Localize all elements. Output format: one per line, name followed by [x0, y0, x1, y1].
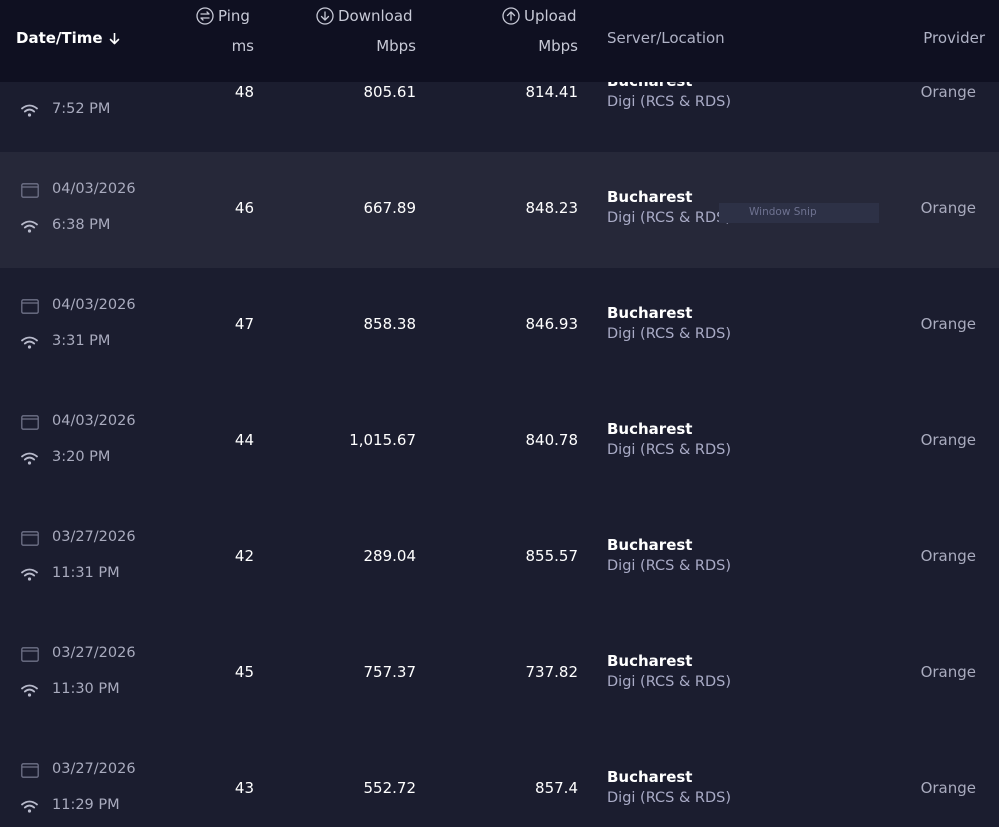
row-ping: 46 [234, 199, 254, 217]
row-server-city: Bucharest [607, 768, 693, 786]
row-time: 11:30 PM [52, 681, 120, 697]
wifi-icon [21, 684, 38, 697]
column-header-download[interactable]: Download [316, 7, 413, 25]
row-date: 03/27/2026 [52, 529, 136, 545]
row-server-isp: Digi (RCS & RDS) [607, 674, 732, 690]
row-time: 6:38 PM [52, 217, 111, 233]
row-time: 3:31 PM [52, 333, 111, 349]
row-ping: 42 [234, 547, 254, 565]
column-header-download-unit: Mbps [376, 37, 416, 55]
table-row[interactable]: 03/27/2026 11:30 PM 45 757.37 737.82 Buc… [0, 616, 999, 732]
row-date: 04/03/2026 [52, 297, 136, 313]
sort-desc-arrow-icon [109, 33, 119, 45]
wifi-icon [21, 220, 38, 233]
row-provider: Orange [920, 547, 976, 565]
row-server-isp: Digi (RCS & RDS) [607, 326, 732, 342]
row-upload: 814.41 [525, 83, 579, 101]
row-ping: 43 [234, 779, 254, 797]
column-header-upload-unit: Mbps [538, 37, 578, 55]
table-row[interactable]: 03/27/2026 11:31 PM 42 289.04 855.57 Buc… [0, 500, 999, 616]
calendar-icon [21, 647, 39, 662]
row-provider: Orange [920, 315, 976, 333]
table-row[interactable]: 04/03/2026 3:31 PM 47 858.38 846.93 Buch… [0, 268, 999, 384]
row-upload: 737.82 [525, 663, 579, 681]
ping-icon [196, 7, 214, 25]
row-download: 757.37 [363, 663, 417, 681]
row-date: 04/03/2026 [52, 413, 136, 429]
calendar-icon [21, 183, 39, 198]
row-upload: 848.23 [525, 199, 579, 217]
row-time: 11:29 PM [52, 797, 120, 813]
wifi-icon [21, 336, 38, 349]
row-download: 1,015.67 [349, 431, 416, 449]
row-time: 7:52 PM [52, 101, 111, 117]
row-upload: 840.78 [525, 431, 579, 449]
column-header-date-time[interactable]: Date/Time [16, 29, 120, 47]
table-header: Date/Time Ping ms Download Mbps Upload M… [0, 0, 999, 82]
row-server-isp: Digi (RCS & RDS) [607, 558, 732, 574]
row-time: 3:20 PM [52, 449, 111, 465]
row-upload: 855.57 [525, 547, 579, 565]
row-server-isp: Digi (RCS & RDS) [607, 790, 732, 806]
row-server-isp: Digi (RCS & RDS) [607, 442, 732, 458]
row-server-city: Bucharest [607, 652, 693, 670]
row-download: 805.61 [363, 83, 417, 101]
wifi-icon [21, 800, 38, 813]
speedtest-history-page: 7:52 PM 48 805.61 814.41 Bucharest Digi … [0, 0, 999, 827]
row-date: 03/27/2026 [52, 761, 136, 777]
row-ping: 45 [234, 663, 254, 681]
row-date: 03/27/2026 [52, 645, 136, 661]
wifi-icon [21, 104, 38, 117]
upload-arrow-icon [502, 7, 520, 25]
row-date: 04/03/2026 [52, 181, 136, 197]
table-row[interactable]: 03/27/2026 11:29 PM 43 552.72 857.4 Buch… [0, 732, 999, 827]
row-server-city: Bucharest [607, 188, 693, 206]
row-server-city: Bucharest [607, 536, 693, 554]
download-arrow-icon [316, 7, 334, 25]
column-header-server-location[interactable]: Server/Location [607, 29, 725, 47]
column-header-upload[interactable]: Upload [502, 7, 577, 25]
row-provider: Orange [920, 663, 976, 681]
row-time: 11:31 PM [52, 565, 120, 581]
row-download: 289.04 [363, 547, 417, 565]
column-header-provider[interactable]: Provider [923, 29, 985, 47]
window-snip-tooltip: Window Snip [719, 203, 879, 223]
wifi-icon [21, 568, 38, 581]
calendar-icon [21, 415, 39, 430]
row-ping: 44 [234, 431, 254, 449]
calendar-icon [21, 299, 39, 314]
row-download: 667.89 [363, 199, 417, 217]
calendar-icon [21, 531, 39, 546]
row-upload: 857.4 [535, 779, 578, 797]
column-header-ping-unit: ms [231, 37, 254, 55]
row-provider: Orange [920, 83, 976, 101]
column-header-ping[interactable]: Ping [196, 7, 250, 25]
table-row[interactable]: 04/03/2026 3:20 PM 44 1,015.67 840.78 Bu… [0, 384, 999, 500]
row-download: 552.72 [363, 779, 417, 797]
calendar-icon [21, 763, 39, 778]
row-server-isp: Digi (RCS & RDS) [607, 210, 732, 226]
row-ping: 48 [234, 83, 254, 101]
row-ping: 47 [234, 315, 254, 333]
row-server-isp: Digi (RCS & RDS) [607, 94, 732, 110]
row-upload: 846.93 [525, 315, 579, 333]
wifi-icon [21, 452, 38, 465]
row-provider: Orange [920, 199, 976, 217]
row-download: 858.38 [363, 315, 417, 333]
row-server-city: Bucharest [607, 304, 693, 322]
row-server-city: Bucharest [607, 420, 693, 438]
row-provider: Orange [920, 431, 976, 449]
row-provider: Orange [920, 779, 976, 797]
